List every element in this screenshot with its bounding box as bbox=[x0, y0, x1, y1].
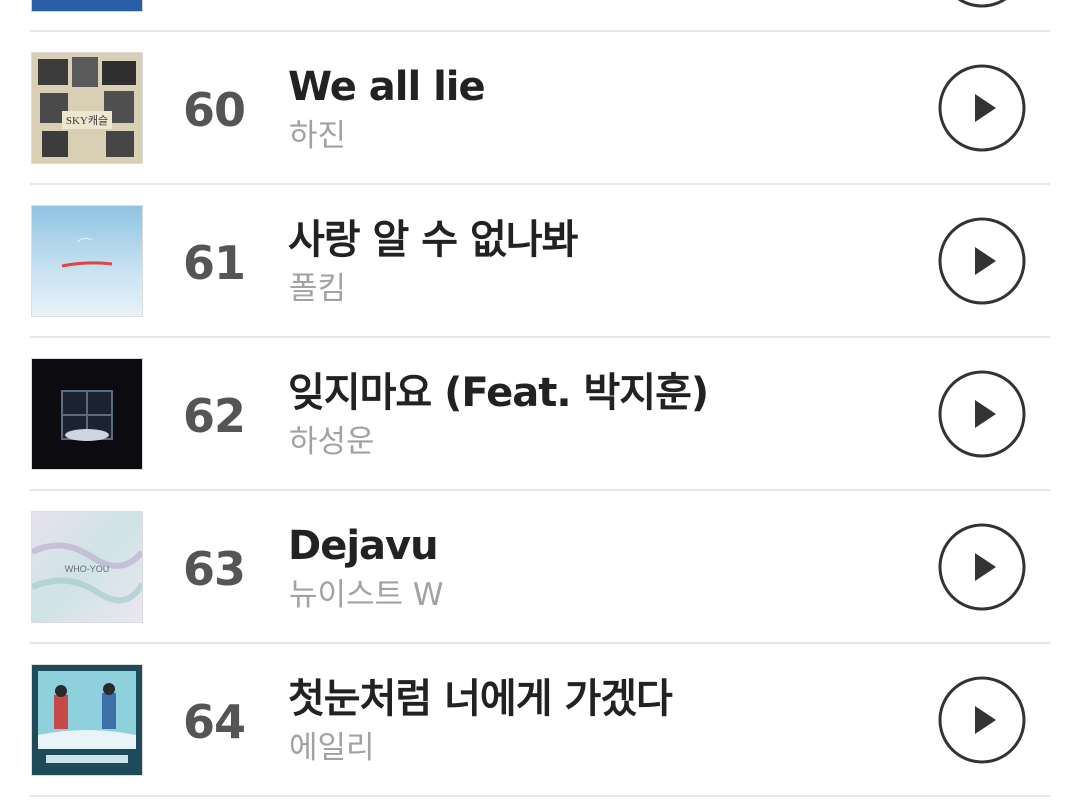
song-title[interactable]: 잊지마요 (Feat. 박지훈) bbox=[288, 368, 709, 418]
play-button-partial[interactable] bbox=[938, 0, 1026, 8]
artist-name[interactable]: 하진 bbox=[289, 116, 346, 156]
album-art bbox=[31, 205, 143, 317]
song-title[interactable]: 사랑 알 수 없나봐 bbox=[288, 215, 578, 265]
artist-name[interactable]: 에일리 bbox=[289, 728, 375, 768]
rank-number: 63 bbox=[182, 542, 246, 596]
play-button[interactable] bbox=[938, 370, 1026, 458]
song-title[interactable]: We all lie bbox=[288, 62, 486, 112]
play-circle-icon bbox=[938, 676, 1026, 764]
play-button[interactable] bbox=[938, 217, 1026, 305]
chart-row-64[interactable]: 64 첫눈처럼 너에게 가겠다 에일리 bbox=[0, 644, 1066, 795]
play-circle-icon bbox=[938, 64, 1026, 152]
album-art bbox=[31, 664, 143, 776]
svg-text:WHO-YOU: WHO-YOU bbox=[65, 564, 110, 574]
svg-text:SKY캐슬: SKY캐슬 bbox=[66, 114, 108, 127]
artist-name[interactable]: 폴킴 bbox=[289, 269, 346, 309]
rank-number: 64 bbox=[182, 695, 246, 749]
artist-name[interactable]: 하성운 bbox=[289, 422, 375, 462]
artist-name[interactable]: 뉴이스트 W bbox=[289, 575, 444, 615]
rank-number: 61 bbox=[182, 236, 246, 290]
play-button[interactable] bbox=[938, 64, 1026, 152]
play-circle-icon bbox=[938, 217, 1026, 305]
chart-list: SKY캐슬 60 We all lie 하진 61 사랑 알 수 없나봐 폴킴 … bbox=[0, 0, 1066, 800]
chart-row-62[interactable]: 62 잊지마요 (Feat. 박지훈) 하성운 bbox=[0, 338, 1066, 489]
play-circle-icon bbox=[938, 370, 1026, 458]
album-art bbox=[31, 358, 143, 470]
play-button[interactable] bbox=[938, 676, 1026, 764]
rank-number: 60 bbox=[182, 83, 246, 137]
album-art: SKY캐슬 bbox=[31, 52, 143, 164]
rank-number: 62 bbox=[182, 389, 246, 443]
play-button[interactable] bbox=[938, 523, 1026, 611]
song-title[interactable]: Dejavu bbox=[288, 521, 439, 571]
row-divider bbox=[30, 795, 1050, 797]
album-art-partial bbox=[31, 0, 143, 12]
chart-row-63[interactable]: WHO-YOU 63 Dejavu 뉴이스트 W bbox=[0, 491, 1066, 642]
chart-row-60[interactable]: SKY캐슬 60 We all lie 하진 bbox=[0, 32, 1066, 183]
album-art: WHO-YOU bbox=[31, 511, 143, 623]
chart-row-61[interactable]: 61 사랑 알 수 없나봐 폴킴 bbox=[0, 185, 1066, 336]
play-circle-icon bbox=[938, 523, 1026, 611]
song-title[interactable]: 첫눈처럼 너에게 가겠다 bbox=[288, 674, 673, 724]
